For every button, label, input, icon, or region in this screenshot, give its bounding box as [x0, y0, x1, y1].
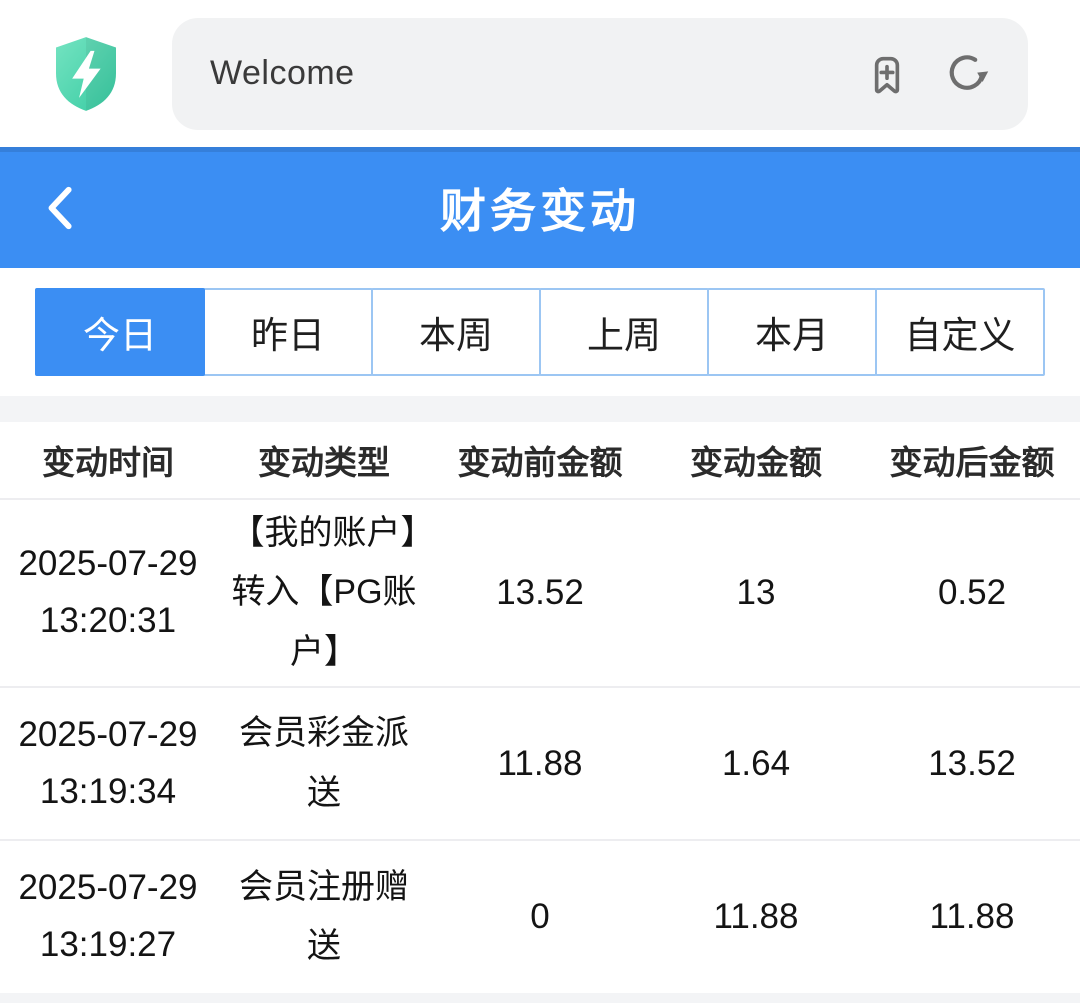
table-row: 2025-07-29 13:19:27 会员注册赠送 0 11.88 11.88: [0, 841, 1080, 993]
cell-change-type: 会员注册赠送: [216, 858, 432, 977]
transactions-table: 变动时间 变动类型 变动前金额 变动金额 变动后金额 2025-07-29 13…: [0, 422, 1080, 993]
table-header-row: 变动时间 变动类型 变动前金额 变动金额 变动后金额: [0, 422, 1080, 500]
col-header-change-amount: 变动金额: [648, 436, 864, 484]
browser-toolbar: Welcome: [0, 0, 1080, 147]
cell-amount-before: 0: [432, 897, 648, 937]
bookmark-add-icon[interactable]: [864, 51, 910, 97]
back-button[interactable]: [44, 147, 74, 268]
date-filter-tabs: 今日 昨日 本周 上周 本月 自定义: [0, 268, 1080, 396]
table-row: 2025-07-29 13:20:31 【我的账户】转入【PG账户】 13.52…: [0, 500, 1080, 688]
tab-this-week[interactable]: 本周: [371, 288, 541, 376]
cell-amount-before: 13.52: [432, 573, 648, 613]
separator-strip: [0, 396, 1080, 422]
page-header: 财务变动: [0, 147, 1080, 268]
tab-this-month[interactable]: 本月: [707, 288, 877, 376]
table-row: 2025-07-29 13:19:34 会员彩金派送 11.88 1.64 13…: [0, 688, 1080, 841]
security-shield-icon[interactable]: [48, 33, 124, 115]
cell-change-time: 2025-07-29 13:20:31: [0, 536, 216, 649]
cell-change-amount: 11.88: [648, 897, 864, 937]
url-bar-text: Welcome: [210, 54, 864, 93]
col-header-change-type: 变动类型: [216, 436, 432, 484]
tab-last-week[interactable]: 上周: [539, 288, 709, 376]
cell-change-amount: 13: [648, 573, 864, 613]
change-clock: 13:20:31: [0, 593, 216, 650]
change-clock: 13:19:34: [0, 764, 216, 821]
cell-amount-before: 11.88: [432, 744, 648, 784]
cell-change-type: 会员彩金派送: [216, 704, 432, 823]
change-date: 2025-07-29: [0, 860, 216, 917]
cell-amount-after: 0.52: [864, 573, 1080, 613]
col-header-amount-before: 变动前金额: [432, 436, 648, 484]
cell-change-time: 2025-07-29 13:19:34: [0, 707, 216, 820]
screen: Welcome 财务变动 今日 昨日: [0, 0, 1080, 1005]
cell-amount-after: 11.88: [864, 897, 1080, 937]
refresh-icon[interactable]: [942, 50, 990, 98]
cell-change-amount: 1.64: [648, 744, 864, 784]
bottom-separator-strip: [0, 993, 1080, 1003]
page-title: 财务变动: [0, 175, 1080, 241]
tab-custom[interactable]: 自定义: [875, 288, 1045, 376]
cell-amount-after: 13.52: [864, 744, 1080, 784]
chevron-left-icon: [44, 182, 74, 234]
tab-yesterday[interactable]: 昨日: [203, 288, 373, 376]
url-bar[interactable]: Welcome: [172, 18, 1028, 130]
col-header-amount-after: 变动后金额: [864, 436, 1080, 484]
change-clock: 13:19:27: [0, 917, 216, 974]
change-date: 2025-07-29: [0, 536, 216, 593]
shield-lightning-icon: [49, 34, 123, 114]
col-header-change-time: 变动时间: [0, 436, 216, 484]
cell-change-time: 2025-07-29 13:19:27: [0, 860, 216, 973]
change-date: 2025-07-29: [0, 707, 216, 764]
cell-change-type: 【我的账户】转入【PG账户】: [216, 504, 432, 683]
tab-today[interactable]: 今日: [35, 288, 205, 376]
